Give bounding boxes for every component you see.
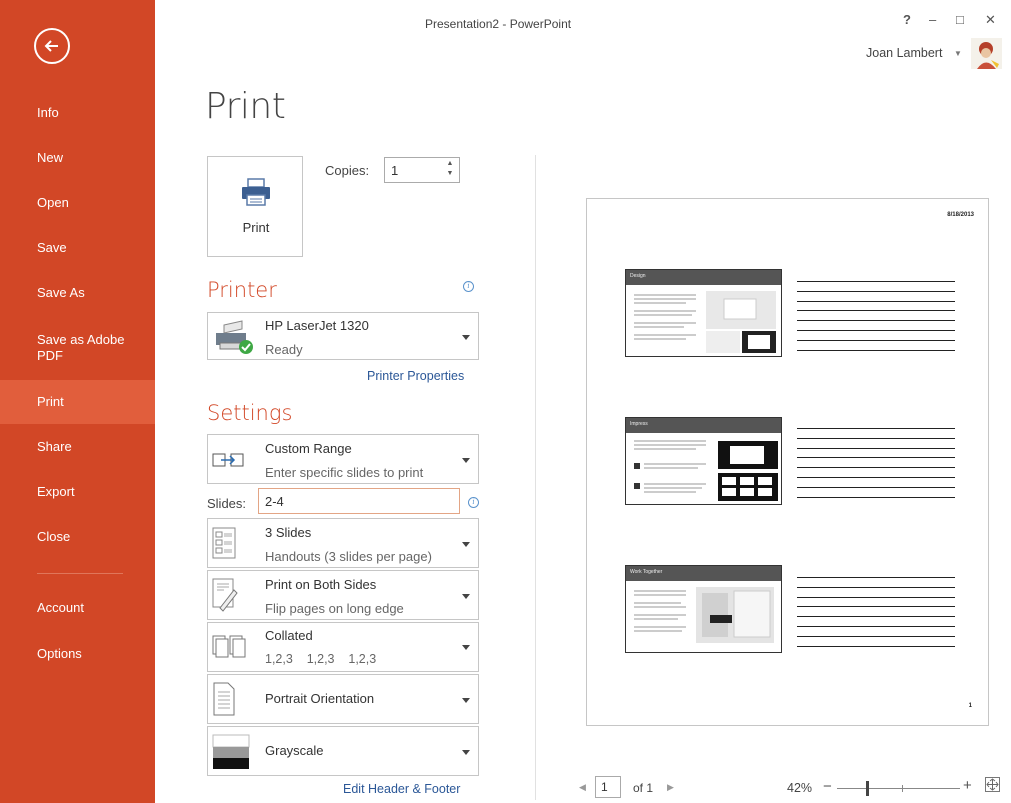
slide-thumbnail: Impress	[625, 417, 782, 505]
sides-title: Print on Both Sides	[265, 577, 377, 592]
preview-page-number: 1	[968, 703, 972, 709]
nav-share[interactable]: Share	[0, 425, 155, 469]
color-dropdown[interactable]: Grayscale	[207, 726, 479, 776]
nav-export[interactable]: Export	[0, 470, 155, 514]
window-title: Presentation2 - PowerPoint	[425, 17, 572, 31]
orientation-title: Portrait Orientation	[265, 691, 375, 706]
chevron-down-icon	[462, 645, 470, 650]
nav-save[interactable]: Save	[0, 226, 155, 270]
zoom-level[interactable]: 42%	[787, 781, 812, 795]
chevron-down-icon	[462, 542, 470, 547]
duplex-icon	[212, 578, 238, 612]
printer-dropdown[interactable]: HP LaserJet 1320 Ready	[207, 312, 479, 360]
zoom-slider[interactable]	[837, 788, 960, 789]
chevron-down-icon	[462, 458, 470, 463]
divider	[535, 155, 536, 800]
note-lines	[797, 577, 955, 655]
color-title: Grayscale	[265, 743, 324, 758]
nav-close[interactable]: Close	[0, 515, 155, 559]
settings-section-title: Settings	[207, 401, 293, 425]
printer-properties-link[interactable]: Printer Properties	[367, 369, 464, 383]
avatar[interactable]	[971, 38, 1002, 69]
slide-thumbnail: Design	[625, 269, 782, 357]
print-range-dropdown[interactable]: Custom Range Enter specific slides to pr…	[207, 434, 479, 484]
next-page-button[interactable]: ▶	[667, 782, 674, 793]
note-lines	[797, 281, 955, 359]
chevron-down-icon	[462, 594, 470, 599]
page-count: of 1	[633, 781, 654, 795]
help-button[interactable]: ?	[903, 12, 911, 27]
previous-page-button[interactable]: ◀	[579, 782, 586, 793]
zoom-in-button[interactable]: +	[963, 777, 972, 794]
portrait-icon	[213, 682, 235, 716]
nav-account[interactable]: Account	[0, 586, 155, 630]
chevron-down-icon	[462, 335, 470, 340]
fit-to-window-icon[interactable]	[985, 777, 1000, 792]
nav-print[interactable]: Print	[0, 380, 155, 424]
user-name[interactable]: Joan Lambert	[866, 46, 942, 60]
chevron-down-icon[interactable]: ▼	[954, 49, 962, 58]
handout-icon	[212, 527, 236, 559]
minimize-button[interactable]: –	[929, 12, 936, 27]
printer-icon	[242, 178, 270, 206]
slides-label: Slides:	[207, 496, 247, 511]
layout-title: 3 Slides	[265, 525, 312, 540]
info-icon[interactable]: i	[468, 497, 479, 508]
info-icon[interactable]: i	[463, 281, 474, 292]
print-range-title: Custom Range	[265, 441, 352, 456]
zoom-slider-thumb[interactable]	[866, 781, 869, 796]
printer-status: Ready	[265, 342, 303, 357]
nav-new[interactable]: New	[0, 136, 155, 180]
sides-dropdown[interactable]: Print on Both Sides Flip pages on long e…	[207, 570, 479, 620]
nav-save-as[interactable]: Save As	[0, 271, 155, 315]
print-range-subtitle: Enter specific slides to print	[265, 465, 424, 480]
nav-info[interactable]: Info	[0, 91, 155, 135]
printer-icon	[216, 320, 253, 354]
printer-section-title: Printer	[207, 278, 277, 302]
page-title: Print	[205, 86, 286, 127]
backstage-nav: Info New Open Save Save As Save as Adobe…	[0, 0, 155, 803]
orientation-dropdown[interactable]: Portrait Orientation	[207, 674, 479, 724]
slides-input[interactable]	[258, 488, 460, 514]
copies-label: Copies:	[325, 163, 370, 178]
slide-title: Impress	[630, 421, 648, 427]
note-lines	[797, 428, 955, 506]
layout-dropdown[interactable]: 3 Slides Handouts (3 slides per page)	[207, 518, 479, 568]
collation-title: Collated	[265, 628, 313, 643]
nav-divider	[37, 573, 123, 574]
zoom-slider-midpoint	[902, 785, 903, 792]
current-page-input[interactable]	[595, 776, 621, 798]
zoom-out-button[interactable]: −	[823, 778, 832, 795]
sides-subtitle: Flip pages on long edge	[265, 601, 404, 616]
print-button[interactable]: Print	[207, 156, 303, 257]
nav-options[interactable]: Options	[0, 632, 155, 676]
collation-dropdown[interactable]: Collated 1,2,3 1,2,3 1,2,3	[207, 622, 479, 672]
nav-save-as-adobe-pdf[interactable]: Save as Adobe PDF	[0, 324, 155, 374]
slide-thumbnail: Work Together	[625, 565, 782, 653]
grayscale-icon	[212, 734, 250, 769]
collation-subtitle: 1,2,3 1,2,3 1,2,3	[265, 652, 377, 666]
edit-header-footer-link[interactable]: Edit Header & Footer	[343, 782, 460, 796]
print-preview-page: 8/18/2013 Design Impress Work Together 1	[586, 198, 989, 726]
maximize-button[interactable]: □	[956, 12, 964, 27]
copies-spinner[interactable]: ▲ ▼	[442, 159, 458, 181]
chevron-down-icon	[462, 698, 470, 703]
collated-icon	[212, 635, 246, 658]
slide-title: Work Together	[630, 569, 663, 575]
layout-subtitle: Handouts (3 slides per page)	[265, 549, 432, 564]
custom-range-icon	[212, 453, 244, 467]
chevron-down-icon	[462, 750, 470, 755]
preview-date: 8/18/2013	[947, 212, 974, 218]
print-button-label: Print	[242, 220, 270, 235]
slide-title: Design	[630, 273, 646, 279]
back-arrow-icon[interactable]	[34, 28, 70, 64]
printer-name: HP LaserJet 1320	[265, 318, 369, 333]
close-button[interactable]: ✕	[985, 12, 996, 28]
nav-open[interactable]: Open	[0, 181, 155, 225]
